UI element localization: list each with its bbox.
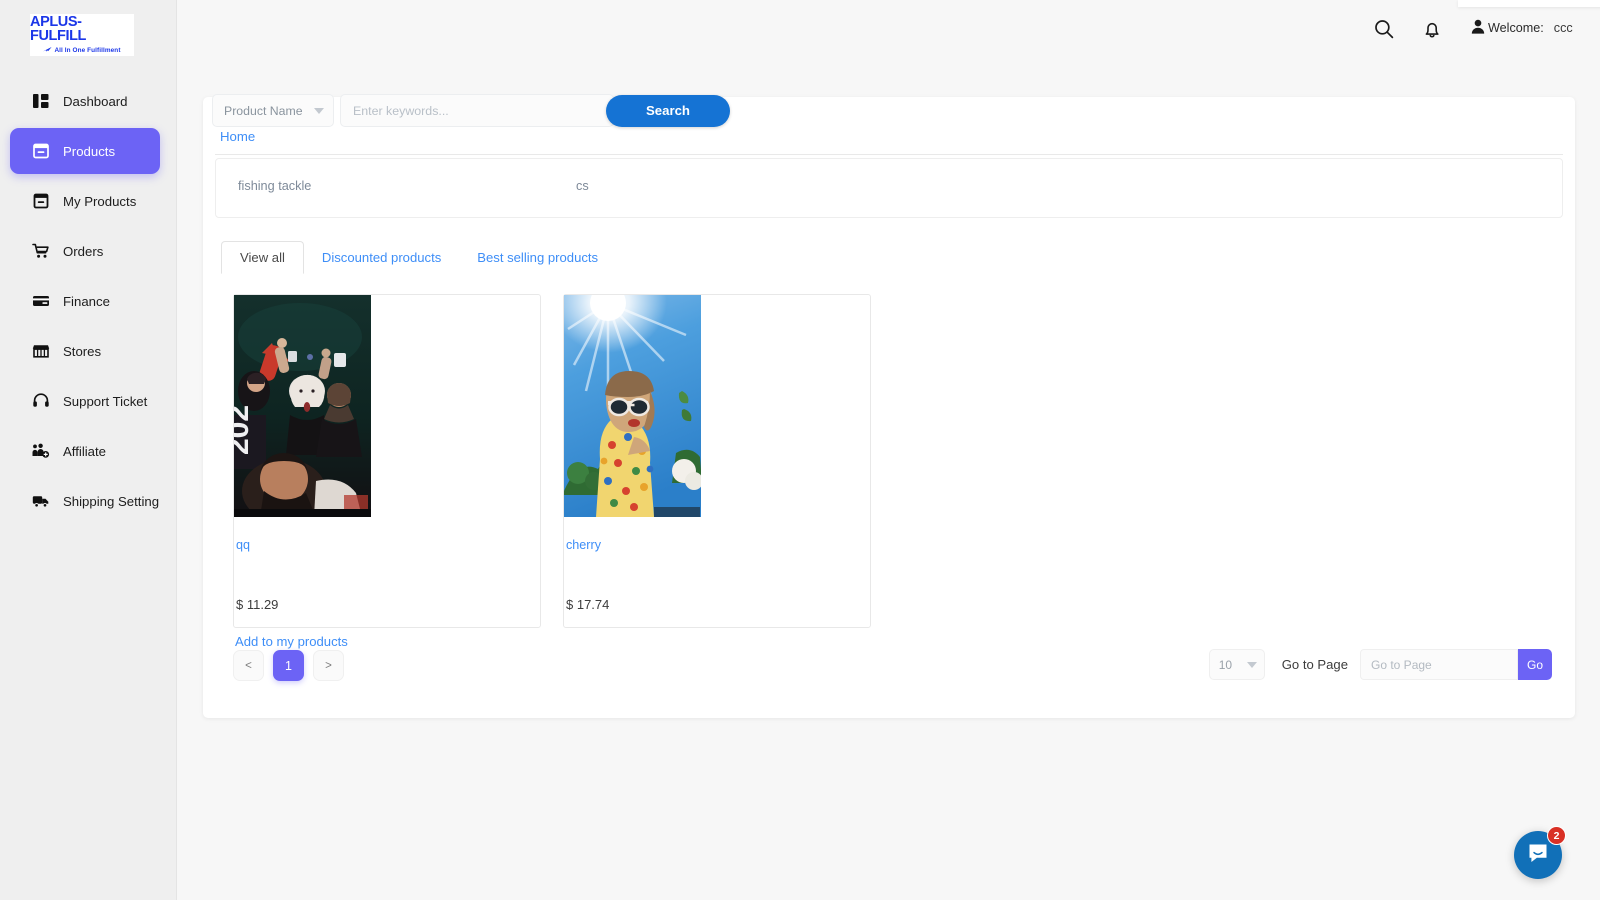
breadcrumb: Home — [215, 126, 1563, 155]
topbar-notification-strip — [1458, 0, 1600, 7]
product-price: $ 11.29 — [236, 597, 279, 612]
product-tabs: View all Discounted products Best sellin… — [221, 241, 616, 274]
user-welcome[interactable]: Welcome: ccc — [1471, 19, 1573, 37]
add-to-my-products-link[interactable]: Add to my products — [235, 634, 348, 649]
search-button[interactable]: Search — [606, 94, 730, 127]
sidebar: APLUS-FULFILL All In One Fulfillment Das… — [0, 0, 177, 900]
sidebar-item-stores[interactable]: Stores — [10, 328, 160, 374]
category-item-fishing-tackle[interactable]: fishing tackle — [238, 179, 311, 193]
store-icon — [32, 342, 50, 360]
product-card[interactable]: 202 qq $ 11.29 — [233, 294, 541, 628]
breadcrumb-home-link[interactable]: Home — [220, 129, 255, 144]
topbar: Welcome: ccc — [177, 0, 1600, 59]
page-size-value: 10 — [1218, 657, 1233, 672]
chat-bubble-icon — [1526, 841, 1550, 870]
brand-logo-title: APLUS-FULFILL — [30, 13, 86, 45]
brand-logo[interactable]: APLUS-FULFILL All In One Fulfillment — [30, 14, 134, 56]
main-content-card: Home fishing tackle cs View all Discount… — [203, 97, 1575, 718]
category-item-cs[interactable]: cs — [576, 179, 589, 193]
chevron-down-icon — [314, 107, 324, 114]
sidebar-item-label: Finance — [63, 293, 110, 309]
sidebar-item-label: Dashboard — [63, 93, 128, 109]
go-button[interactable]: Go — [1518, 649, 1552, 680]
category-panel: fishing tackle cs — [215, 158, 1563, 218]
sidebar-item-label: Stores — [63, 343, 102, 359]
pagination-page-1-button[interactable]: 1 — [273, 650, 304, 681]
welcome-label: Welcome: — [1488, 21, 1544, 35]
goto-page-label: Go to Page — [1281, 657, 1348, 672]
sidebar-item-label: Shipping Setting — [63, 493, 160, 509]
chevron-down-icon — [1246, 661, 1257, 668]
sidebar-item-label: My Products — [63, 193, 137, 209]
sidebar-item-finance[interactable]: Finance — [10, 278, 160, 324]
search-bar: Product Name Search — [212, 94, 730, 127]
pagination-controls: 10 Go to Page Go — [1208, 649, 1552, 680]
welcome-username: ccc — [1553, 21, 1573, 35]
user-icon — [1471, 19, 1485, 37]
airplane-icon — [43, 46, 53, 55]
pagination-next-button[interactable]: > — [313, 650, 344, 681]
search-input[interactable] — [340, 94, 614, 127]
tab-view-all[interactable]: View all — [221, 241, 304, 274]
bell-icon[interactable] — [1421, 18, 1443, 40]
concert-crowd-photo[interactable]: 202 — [234, 295, 371, 517]
brand-logo-subtitle-text: All In One Fulfillment — [54, 46, 121, 54]
sidebar-item-orders[interactable]: Orders — [10, 228, 160, 274]
search-icon[interactable] — [1373, 18, 1395, 40]
search-category-select[interactable]: Product Name — [212, 94, 334, 127]
sidebar-item-affiliate[interactable]: Affiliate — [10, 428, 160, 474]
my-products-icon — [32, 192, 50, 210]
sidebar-item-products[interactable]: Products — [10, 128, 160, 174]
dashboard-icon — [32, 92, 50, 110]
chat-unread-badge: 2 — [1547, 826, 1566, 845]
truck-icon — [32, 492, 50, 510]
sidebar-item-shipping-setting[interactable]: Shipping Setting — [10, 478, 160, 524]
pagination-prev-button[interactable]: < — [233, 650, 264, 681]
sidebar-item-my-products[interactable]: My Products — [10, 178, 160, 224]
product-title-link[interactable]: cherry — [566, 538, 601, 552]
sidebar-item-label: Support Ticket — [63, 393, 148, 409]
tab-discounted-products[interactable]: Discounted products — [304, 241, 459, 274]
sidebar-item-label: Orders — [63, 243, 104, 259]
sidebar-item-dashboard[interactable]: Dashboard — [10, 78, 160, 124]
svg-text:202: 202 — [234, 405, 255, 455]
sidebar-item-support-ticket[interactable]: Support Ticket — [10, 378, 160, 424]
affiliate-users-icon — [32, 442, 50, 460]
goto-page-input[interactable] — [1360, 649, 1518, 680]
credit-card-icon — [32, 292, 50, 310]
products-icon — [32, 142, 50, 160]
search-category-value: Product Name — [224, 103, 303, 118]
brand-logo-subtitle: All In One Fulfillment — [43, 46, 121, 55]
tab-best-selling-products[interactable]: Best selling products — [459, 241, 616, 274]
page-size-select[interactable]: 10 — [1208, 649, 1265, 680]
product-price: $ 17.74 — [566, 597, 610, 612]
sidebar-item-label: Affiliate — [63, 443, 107, 459]
headset-icon — [32, 392, 50, 410]
cart-icon — [32, 242, 50, 260]
product-card[interactable]: cherry $ 17.74 — [563, 294, 871, 628]
sidebar-item-label: Products — [63, 143, 116, 159]
product-title-link[interactable]: qq — [236, 538, 250, 552]
pagination: < 1 > — [233, 650, 344, 681]
woman-sunglasses-sky-photo[interactable] — [564, 295, 701, 517]
